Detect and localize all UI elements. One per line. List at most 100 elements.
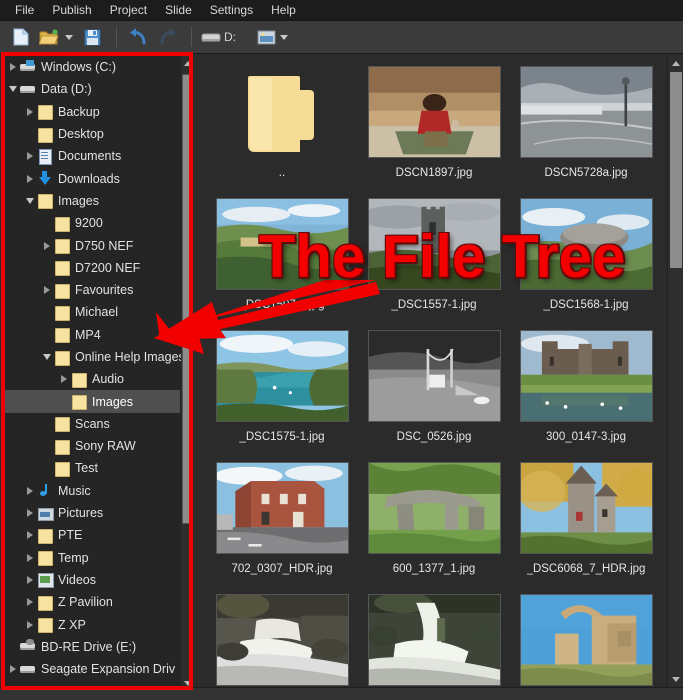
menu-project[interactable]: Project	[101, 0, 156, 20]
chevron-right-icon[interactable]	[23, 484, 37, 498]
tree-item-online-help-images[interactable]: Online Help Images	[2, 346, 185, 368]
file-name-label: 702_0307_HDR.jpg	[231, 563, 333, 575]
files-scroll-down-button[interactable]	[668, 672, 683, 686]
thumbnail-container	[366, 460, 502, 556]
tree-item-images[interactable]: Images	[2, 390, 180, 413]
tree-item-music[interactable]: Music	[2, 480, 180, 502]
file-grid-item[interactable]	[206, 588, 358, 686]
tree-item-label: Scans	[75, 416, 110, 431]
chevron-right-icon[interactable]	[6, 662, 20, 676]
file-grid-item[interactable]	[358, 588, 510, 686]
thumbnail-container	[518, 460, 654, 556]
new-document-button[interactable]	[8, 25, 34, 49]
chevron-right-icon[interactable]	[57, 372, 71, 386]
chevron-right-icon[interactable]	[23, 172, 37, 186]
tree-item-d750-nef[interactable]: D750 NEF	[2, 234, 180, 256]
chevron-right-icon[interactable]	[23, 551, 37, 565]
file-grid-item[interactable]: DSC_0526.jpg	[358, 324, 510, 456]
tree-item-temp[interactable]: Temp	[2, 547, 180, 569]
tree-item-9200[interactable]: 9200	[2, 212, 180, 234]
chevron-right-icon[interactable]	[23, 528, 37, 542]
tree-item-favourites[interactable]: Favourites	[2, 279, 180, 301]
file-grid-item[interactable]	[510, 588, 662, 686]
files-vertical-scrollbar[interactable]	[667, 56, 683, 686]
tree-item-scans[interactable]: Scans	[2, 413, 180, 435]
file-name-label: _DSC1507-1.jpg	[239, 299, 325, 311]
chevron-right-icon[interactable]	[23, 149, 37, 163]
thumbnail-container	[518, 592, 654, 686]
chevron-right-icon[interactable]	[40, 239, 54, 253]
tree-item-windows-c[interactable]: Windows (C:)	[2, 56, 180, 78]
tree-item-seagate-expansion-driv[interactable]: Seagate Expansion Driv	[2, 658, 180, 680]
tree-item-documents[interactable]: Documents	[2, 145, 180, 167]
redo-button[interactable]	[154, 25, 180, 49]
file-grid-panel[interactable]: .. DSCN1897.jpg DSCN5728a.jpg _DSC1507-1…	[200, 56, 683, 686]
documents-icon	[37, 148, 53, 165]
menu-slide[interactable]: Slide	[156, 0, 201, 20]
file-grid-item[interactable]: 600_1377_1.jpg	[358, 456, 510, 588]
view-mode-dropdown-icon[interactable]	[280, 34, 288, 40]
folder-icon	[54, 260, 70, 277]
chevron-right-icon[interactable]	[23, 105, 37, 119]
tree-item-data-d[interactable]: Data (D:)	[2, 78, 180, 100]
tree-item-michael[interactable]: Michael	[2, 301, 180, 323]
tree-item-images[interactable]: Images	[2, 190, 180, 212]
chevron-down-icon[interactable]	[23, 194, 37, 208]
tree-item-pictures[interactable]: Pictures	[2, 502, 180, 524]
file-grid-item[interactable]: ..	[206, 60, 358, 192]
view-mode-selector[interactable]	[257, 30, 294, 45]
file-grid-item[interactable]: DSCN5728a.jpg	[510, 60, 662, 192]
windows-drive-icon	[20, 59, 36, 75]
chevron-right-icon[interactable]	[23, 506, 37, 520]
tree-item-downloads[interactable]: Downloads	[2, 167, 180, 189]
tree-item-d7200-nef[interactable]: D7200 NEF	[2, 257, 180, 279]
tree-item-pte[interactable]: PTE	[2, 524, 180, 546]
files-scroll-up-button[interactable]	[668, 56, 683, 70]
tree-item-desktop[interactable]: Desktop	[2, 123, 180, 145]
tree-item-z-xp[interactable]: Z XP	[2, 613, 180, 635]
tree-item-audio[interactable]: Audio	[2, 368, 180, 390]
folder-icon	[54, 327, 70, 344]
file-grid-item[interactable]: DSCN1897.jpg	[358, 60, 510, 192]
file-grid-item[interactable]: 300_0147-3.jpg	[510, 324, 662, 456]
file-grid-item[interactable]: _DSC6068_7_HDR.jpg	[510, 456, 662, 588]
tree-item-test[interactable]: Test	[2, 457, 180, 479]
chevron-right-icon[interactable]	[6, 60, 20, 74]
chevron-right-icon[interactable]	[40, 283, 54, 297]
save-button[interactable]	[79, 25, 105, 49]
menu-file[interactable]: File	[6, 0, 43, 20]
file-grid-item[interactable]: _DSC1575-1.jpg	[206, 324, 358, 456]
open-folder-button[interactable]	[36, 25, 62, 49]
tree-item-z-pavilion[interactable]: Z Pavilion	[2, 591, 180, 613]
chevron-right-icon[interactable]	[23, 595, 37, 609]
drive-selector[interactable]: D:	[201, 30, 240, 44]
tree-item-sony-raw[interactable]: Sony RAW	[2, 435, 180, 457]
open-folder-dropdown-icon[interactable]	[65, 34, 73, 40]
tree-item-backup[interactable]: Backup	[2, 101, 180, 123]
folder-tree-panel[interactable]: Windows (C:) Data (D:) Backup Desktop Docume…	[2, 56, 194, 690]
chevron-right-icon[interactable]	[23, 573, 37, 587]
folder-icon	[54, 461, 70, 477]
folder-icon	[37, 617, 53, 634]
menu-help[interactable]: Help	[262, 0, 305, 20]
chevron-down-icon[interactable]	[6, 82, 20, 96]
tree-item-label: Data (D:)	[41, 82, 92, 97]
tree-item-bd-re-drive-e[interactable]: BD-RE Drive (E:)	[2, 636, 180, 658]
tree-scroll-up-button[interactable]	[181, 56, 194, 70]
tree-item-label: Z Pavilion	[58, 595, 113, 610]
chevron-right-icon[interactable]	[23, 618, 37, 632]
tree-item-label: Favourites	[75, 283, 134, 298]
image-thumbnail	[215, 330, 349, 422]
tree-scrollbar-thumb[interactable]	[182, 74, 193, 524]
tree-item-videos[interactable]: Videos	[2, 569, 180, 591]
image-thumbnail	[367, 462, 501, 554]
undo-button[interactable]	[126, 25, 152, 49]
chevron-down-icon[interactable]	[40, 350, 54, 364]
new-document-icon	[13, 28, 29, 46]
tree-vertical-scrollbar[interactable]	[181, 56, 194, 690]
menu-publish[interactable]: Publish	[43, 0, 100, 20]
menu-settings[interactable]: Settings	[201, 0, 262, 20]
file-grid-item[interactable]: 702_0307_HDR.jpg	[206, 456, 358, 588]
tree-item-label: BD-RE Drive (E:)	[41, 639, 137, 654]
tree-item-mp4[interactable]: MP4	[2, 324, 180, 346]
